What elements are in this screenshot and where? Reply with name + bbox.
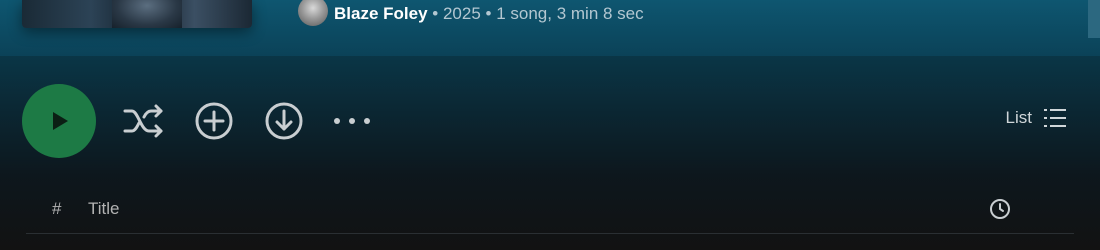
- artist-avatar[interactable]: [298, 0, 328, 26]
- track-summary: 1 song, 3 min 8 sec: [496, 4, 644, 23]
- meta-separator: •: [432, 4, 439, 23]
- meta-separator: •: [485, 4, 492, 23]
- scrollbar-thumb[interactable]: [1088, 0, 1100, 38]
- list-icon: [1044, 109, 1066, 127]
- album-header: Blaze Foley • 2025 • 1 song, 3 min 8 sec: [0, 0, 1100, 56]
- view-mode-label: List: [1005, 108, 1032, 127]
- tracklist-header: # Title: [26, 195, 1074, 234]
- shuffle-button[interactable]: [122, 99, 166, 143]
- more-icon: [334, 118, 370, 124]
- album-meta: Blaze Foley • 2025 • 1 song, 3 min 8 sec: [298, 0, 644, 28]
- cover-art-figure: [112, 0, 182, 28]
- add-to-library-button[interactable]: [192, 99, 236, 143]
- view-mode-toggle[interactable]: List: [1006, 108, 1066, 128]
- more-options-button[interactable]: [330, 99, 374, 143]
- column-duration[interactable]: [989, 198, 1011, 225]
- album-cover-art: [22, 0, 252, 28]
- play-icon: [53, 112, 68, 130]
- artist-name-link[interactable]: Blaze Foley: [334, 4, 428, 24]
- add-circle-icon: [195, 102, 233, 140]
- shuffle-icon: [123, 104, 163, 138]
- release-year: 2025: [442, 4, 481, 23]
- download-button[interactable]: [262, 99, 306, 143]
- action-bar: [22, 84, 374, 158]
- play-button[interactable]: [22, 84, 96, 158]
- column-number: #: [52, 199, 62, 218]
- column-title[interactable]: Title: [88, 199, 120, 219]
- clock-icon: [990, 199, 1010, 219]
- download-icon: [265, 102, 303, 140]
